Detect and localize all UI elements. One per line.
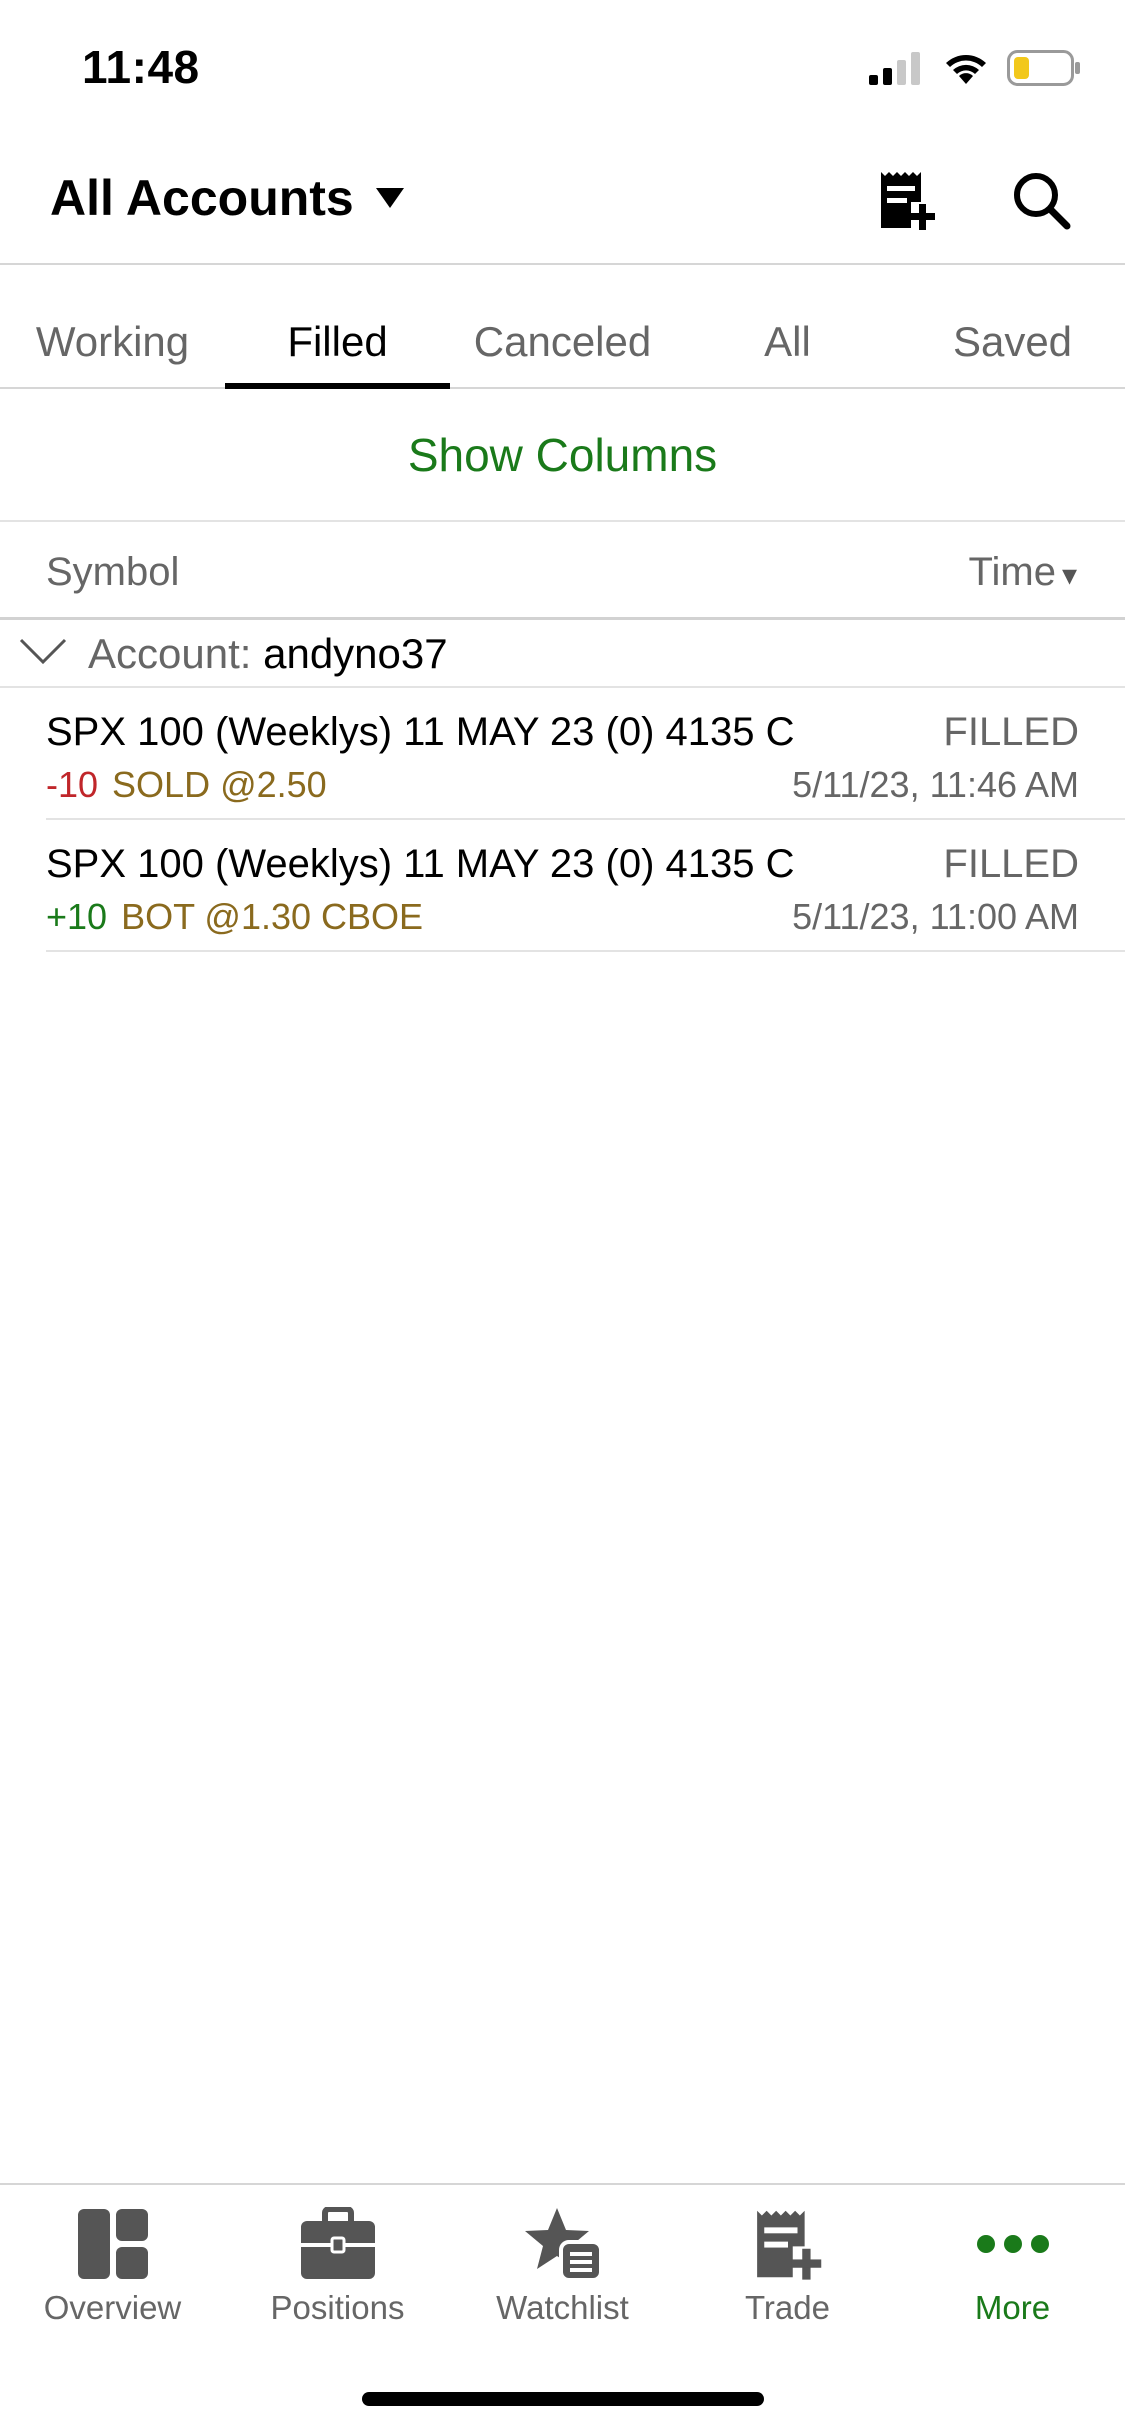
- order-action: BOT @1.30 CBOE: [121, 896, 424, 937]
- order-time: 5/11/23, 11:46 AM: [792, 764, 1079, 805]
- account-name: andyno37: [263, 630, 448, 677]
- more-dots-icon: [976, 2235, 1049, 2253]
- bottom-tab-bar: Overview Positions Watchlist Trade More: [0, 2183, 1125, 2436]
- column-header: Symbol Time ▾: [0, 522, 1125, 620]
- order-detail: +10 BOT @1.30 CBOE: [46, 896, 423, 938]
- watchlist-star-icon: [524, 2208, 603, 2282]
- account-selector[interactable]: All Accounts: [50, 169, 404, 227]
- new-order-button[interactable]: [872, 165, 942, 235]
- tabbar-label: Overview: [43, 2289, 182, 2326]
- order-row[interactable]: SPX 100 (Weeklys) 11 MAY 23 (0) 4135 C F…: [46, 820, 1125, 952]
- tab-canceled[interactable]: Canceled: [450, 285, 675, 387]
- order-action: SOLD @2.50: [112, 764, 327, 805]
- order-quantity: -10: [46, 764, 99, 805]
- trade-ticket-icon: [756, 2210, 821, 2280]
- tab-saved[interactable]: Saved: [900, 285, 1125, 387]
- order-status: FILLED: [943, 710, 1079, 754]
- tabbar-label: More: [974, 2289, 1051, 2326]
- home-indicator: [362, 2392, 764, 2406]
- account-label-text: Account:: [88, 630, 252, 677]
- sort-desc-icon: ▾: [1061, 559, 1077, 592]
- account-label: Account: andyno37: [88, 630, 448, 678]
- tabbar-item-overview[interactable]: Overview: [0, 2185, 225, 2335]
- tabbar-label: Watchlist: [496, 2289, 629, 2326]
- order-quantity: +10: [46, 896, 108, 937]
- order-status: FILLED: [943, 842, 1079, 886]
- wifi-icon: [946, 55, 986, 84]
- header: All Accounts: [0, 135, 1125, 265]
- battery-icon: [1007, 50, 1080, 86]
- briefcase-icon: [300, 2207, 375, 2279]
- cellular-signal-icon: [869, 52, 920, 85]
- order-detail: -10 SOLD @2.50: [46, 764, 327, 806]
- tab-all[interactable]: All: [675, 285, 900, 387]
- search-button[interactable]: [1006, 165, 1076, 235]
- caret-down-icon: [375, 188, 404, 208]
- tab-working[interactable]: Working: [0, 285, 225, 387]
- status-icons: [869, 50, 1081, 86]
- tabbar-item-trade[interactable]: Trade: [675, 2185, 900, 2335]
- order-status-tabs: Working Filled Canceled All Saved: [0, 285, 1125, 389]
- new-order-icon: [881, 172, 935, 230]
- order-row[interactable]: SPX 100 (Weeklys) 11 MAY 23 (0) 4135 C F…: [46, 688, 1125, 820]
- search-icon: [1014, 173, 1071, 230]
- show-columns-button[interactable]: Show Columns: [0, 389, 1125, 522]
- tabbar-item-positions[interactable]: Positions: [225, 2185, 450, 2335]
- tabbar-label: Trade: [745, 2289, 830, 2326]
- order-time: 5/11/23, 11:00 AM: [792, 896, 1079, 937]
- order-symbol: SPX 100 (Weeklys) 11 MAY 23 (0) 4135 C: [46, 842, 795, 886]
- tabbar-item-more[interactable]: More: [900, 2185, 1125, 2335]
- page-title: All Accounts: [50, 170, 354, 226]
- tabbar-item-watchlist[interactable]: Watchlist: [450, 2185, 675, 2335]
- chevron-down-icon: [19, 638, 67, 665]
- column-time-label: Time: [968, 550, 1056, 594]
- tabbar-label: Positions: [270, 2289, 405, 2326]
- status-time: 11:48: [82, 41, 200, 93]
- column-symbol[interactable]: Symbol: [46, 550, 179, 595]
- overview-icon: [77, 2209, 148, 2279]
- account-group-header[interactable]: Account: andyno37: [0, 620, 1125, 688]
- column-time[interactable]: Time ▾: [969, 550, 1077, 595]
- status-bar: 11:48: [0, 0, 1125, 135]
- tab-filled[interactable]: Filled: [225, 285, 450, 389]
- order-symbol: SPX 100 (Weeklys) 11 MAY 23 (0) 4135 C: [46, 710, 795, 754]
